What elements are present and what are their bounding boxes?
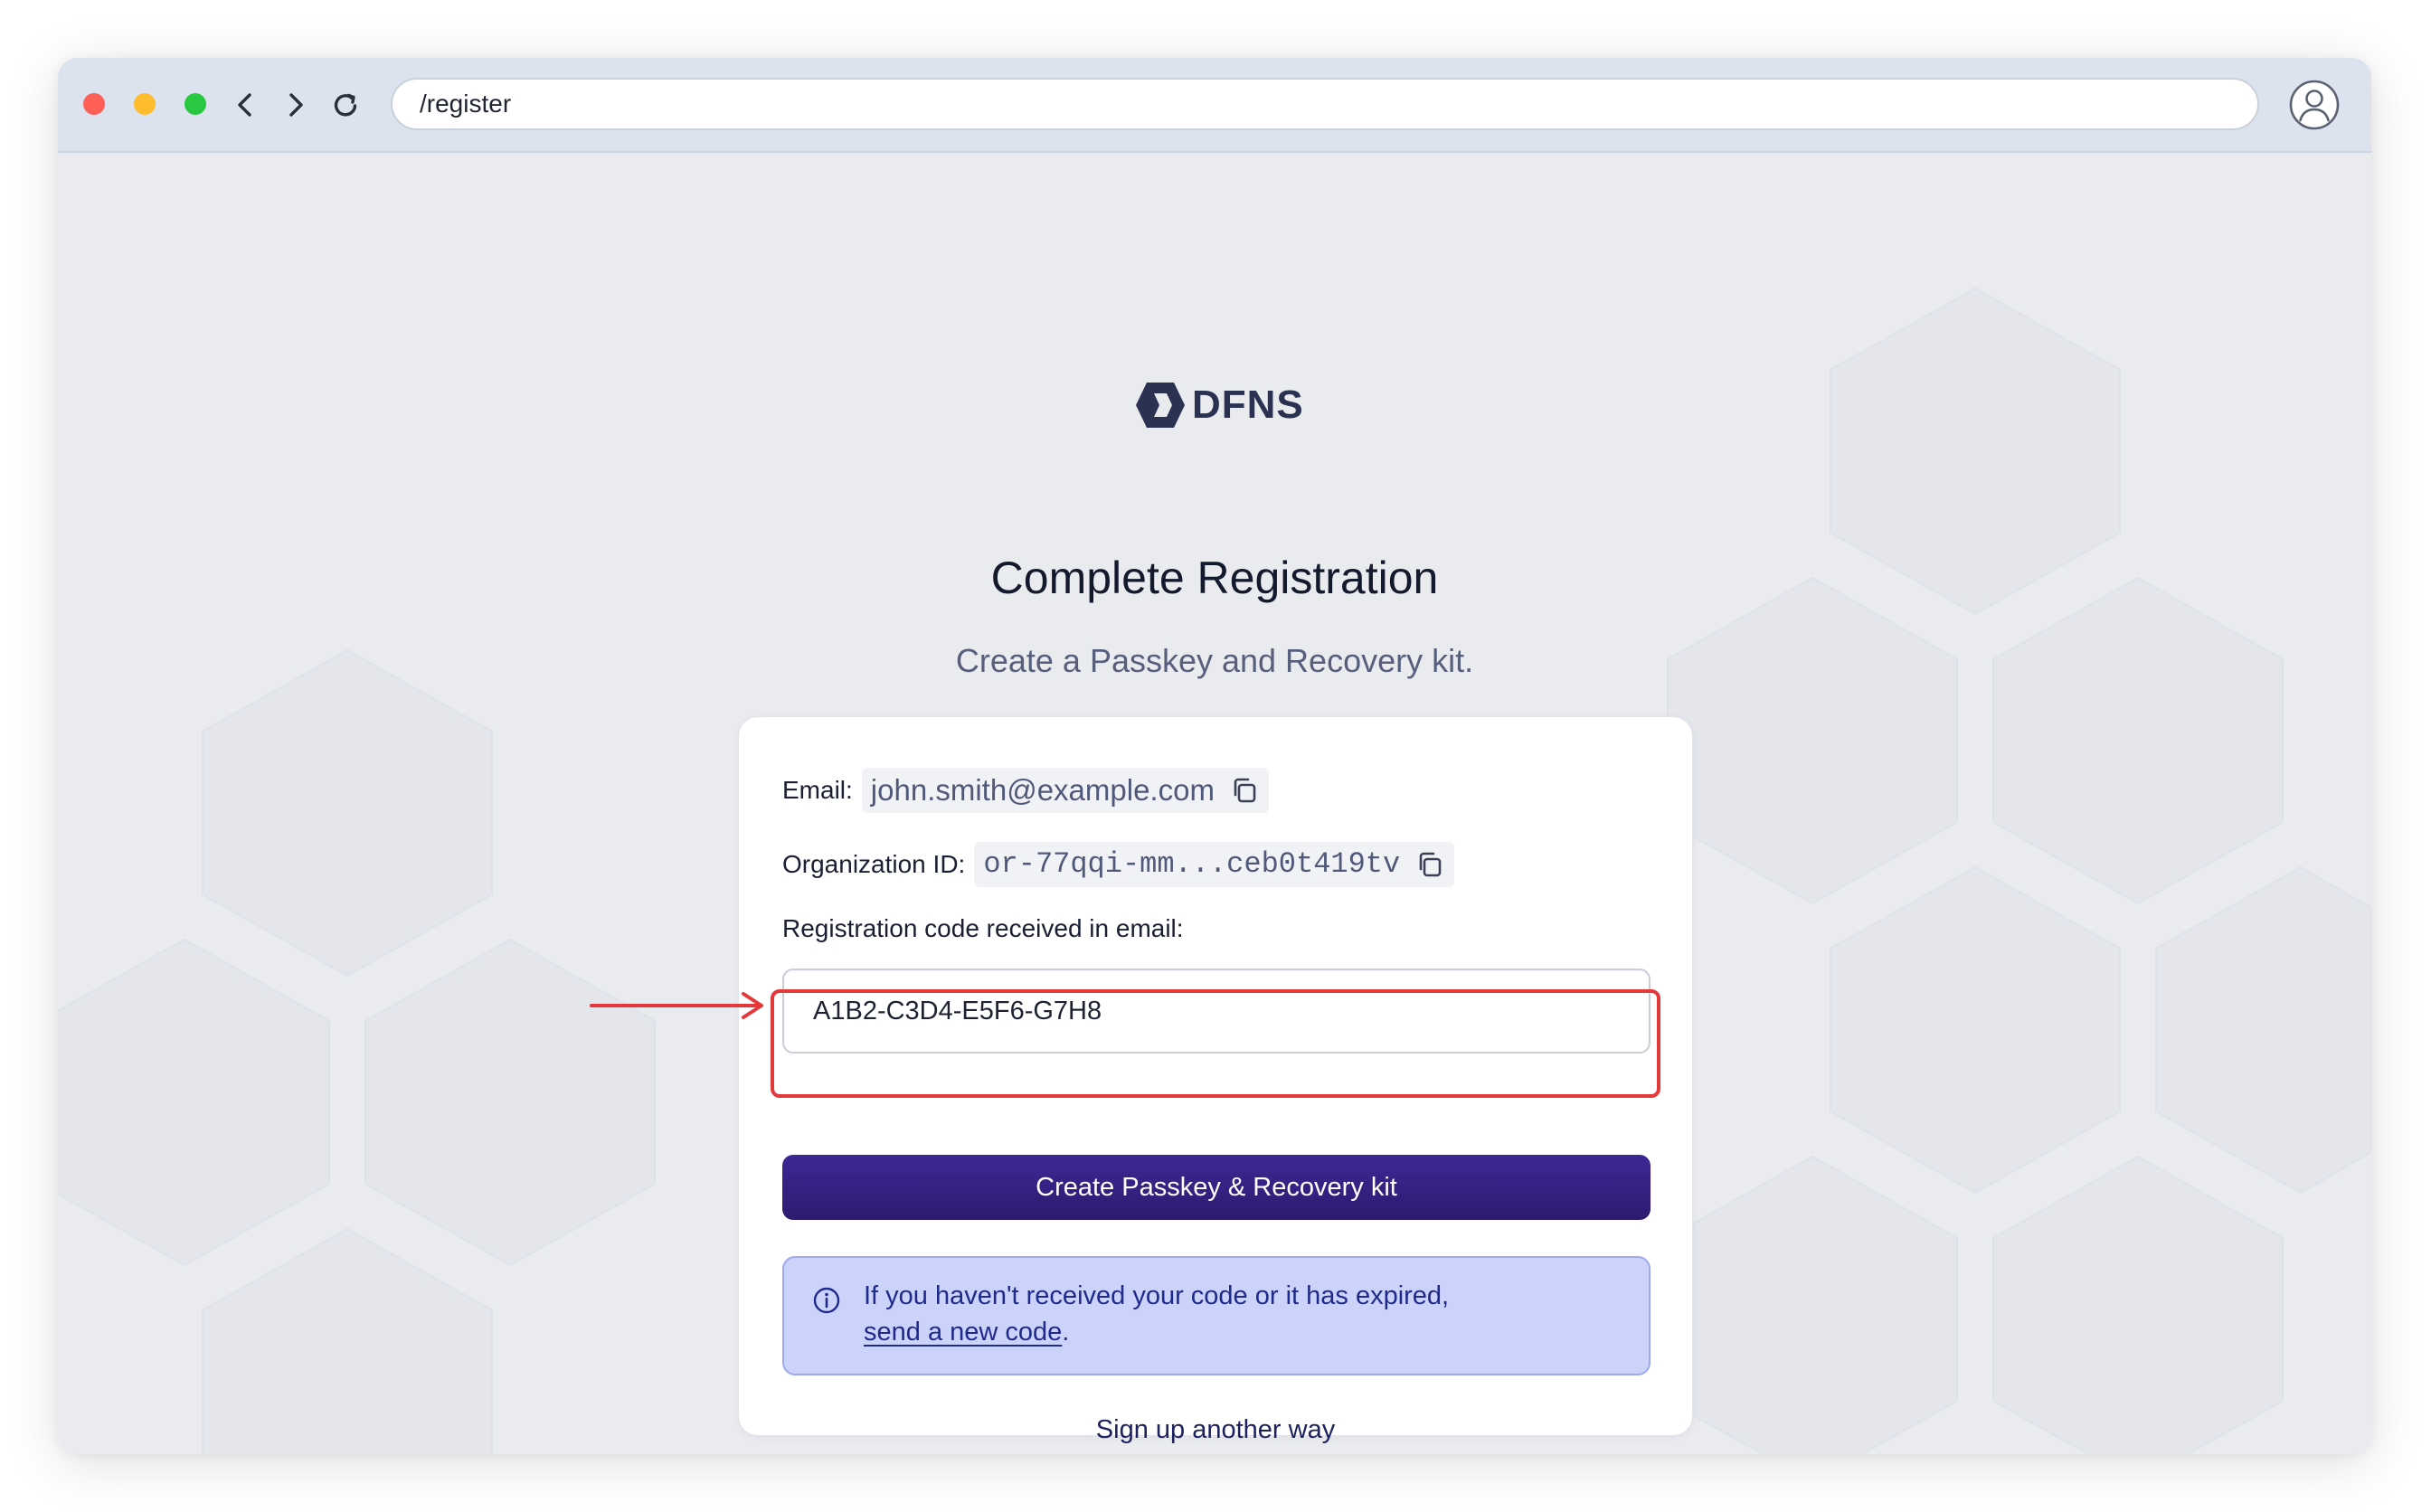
registration-code-label: Registration code received in email: xyxy=(782,914,1184,942)
copy-icon[interactable] xyxy=(1229,775,1260,806)
browser-window: /register DFNS Complete Registration Cre… xyxy=(58,58,2371,1454)
maximize-window-button[interactable] xyxy=(184,93,206,115)
dfns-logo: DFNS xyxy=(1134,381,1304,430)
organization-value: or-77qqi-mm...ceb0t419tv xyxy=(983,847,1401,881)
brand-name: DFNS xyxy=(1192,383,1304,427)
user-profile-icon[interactable] xyxy=(2288,79,2341,131)
email-value-chip: john.smith@example.com xyxy=(861,768,1269,813)
info-suffix: . xyxy=(1062,1318,1070,1347)
organization-row: Organization ID: or-77qqi-mm...ceb0t419t… xyxy=(782,842,1455,887)
dfns-logo-icon xyxy=(1136,383,1185,428)
organization-label: Organization ID: xyxy=(782,850,966,878)
info-icon xyxy=(813,1287,840,1314)
info-message: If you haven't received your code or it … xyxy=(864,1278,1623,1350)
email-value: john.smith@example.com xyxy=(870,773,1215,807)
send-new-code-link[interactable]: send a new code xyxy=(864,1318,1062,1347)
forward-icon[interactable] xyxy=(277,87,313,123)
address-bar[interactable]: /register xyxy=(391,78,2259,130)
arrow-right-icon xyxy=(590,992,763,1019)
copy-icon[interactable] xyxy=(1414,849,1445,880)
sign-up-another-way-link[interactable]: Sign up another way xyxy=(739,1412,1692,1448)
info-text: If you haven't received your code or it … xyxy=(864,1281,1450,1310)
minimize-window-button[interactable] xyxy=(134,93,156,115)
resend-code-notice: If you haven't received your code or it … xyxy=(782,1256,1651,1375)
code-input-highlight xyxy=(771,989,1660,1098)
page-title: Complete Registration xyxy=(990,553,1439,603)
organization-value-chip: or-77qqi-mm...ceb0t419tv xyxy=(974,842,1455,887)
email-label: Email: xyxy=(782,776,853,804)
email-row: Email: john.smith@example.com xyxy=(782,768,1269,813)
back-icon[interactable] xyxy=(228,87,264,123)
close-window-button[interactable] xyxy=(83,93,105,115)
page-subtitle: Create a Passkey and Recovery kit. xyxy=(955,642,1474,679)
create-passkey-button[interactable]: Create Passkey & Recovery kit xyxy=(782,1155,1651,1220)
browser-titlebar: /register xyxy=(58,58,2371,153)
reload-icon[interactable] xyxy=(327,87,364,123)
